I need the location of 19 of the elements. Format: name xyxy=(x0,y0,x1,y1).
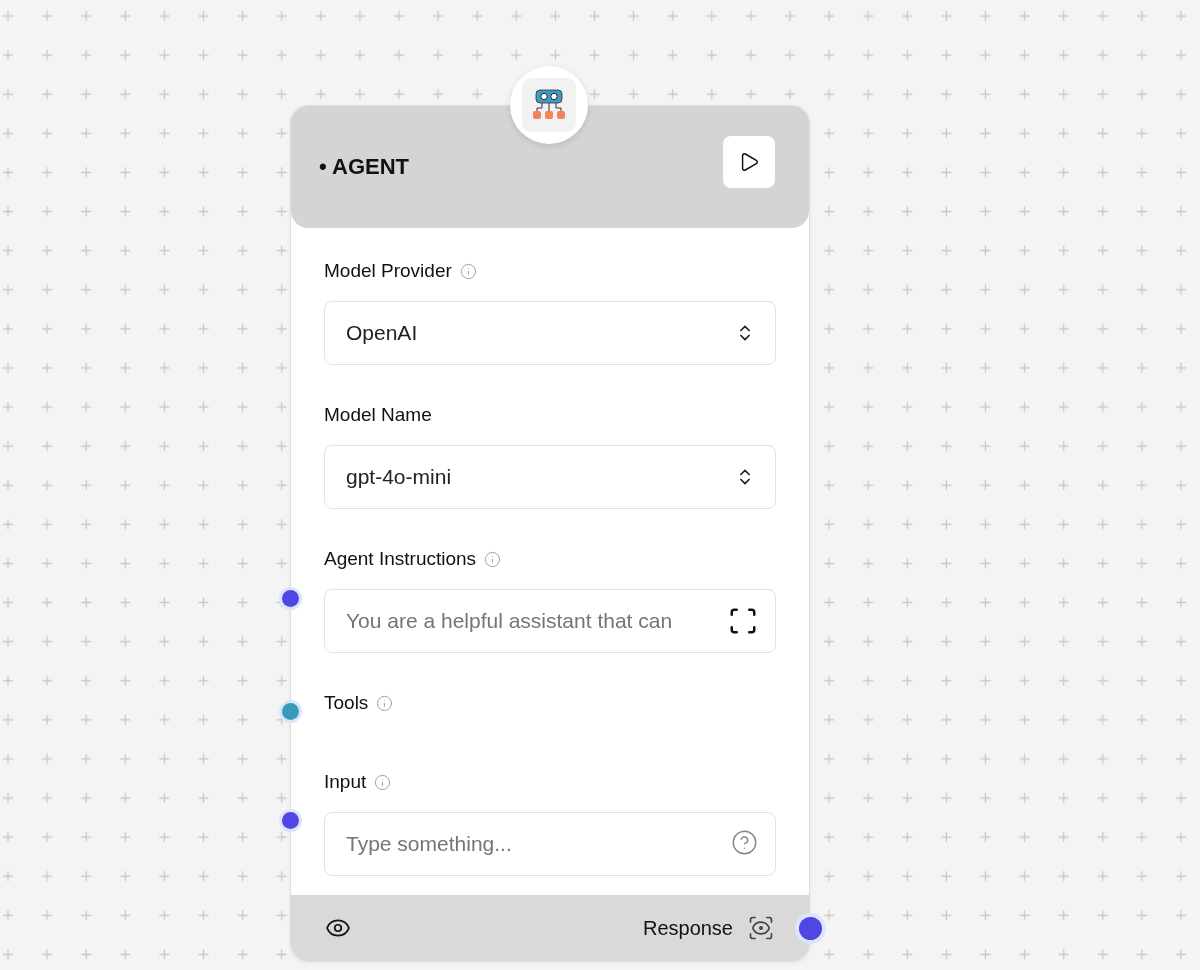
field-label: Agent Instructions xyxy=(324,548,477,570)
select-field[interactable]: gpt-4o-mini xyxy=(324,445,776,509)
field-label: Model Name xyxy=(324,404,432,426)
robot-icon xyxy=(522,78,576,132)
input-handle[interactable] xyxy=(282,590,299,607)
inspect-output-icon[interactable] xyxy=(747,914,775,942)
output-label: Response xyxy=(642,916,733,940)
help-icon[interactable] xyxy=(731,829,758,856)
input-handle[interactable] xyxy=(282,812,299,829)
field-label: Tools xyxy=(324,692,369,714)
node-title: • AGENT xyxy=(319,154,409,180)
expand-icon[interactable] xyxy=(728,606,758,636)
select-field[interactable]: OpenAI xyxy=(324,301,776,365)
instructions-field[interactable]: You are a helpful assistant that can xyxy=(324,589,776,653)
input-field[interactable]: Type something... xyxy=(324,812,776,876)
field-label: Input xyxy=(324,771,367,793)
run-button[interactable] xyxy=(723,136,775,188)
input-handle[interactable] xyxy=(282,703,299,720)
field-label: Model Provider xyxy=(324,260,452,282)
